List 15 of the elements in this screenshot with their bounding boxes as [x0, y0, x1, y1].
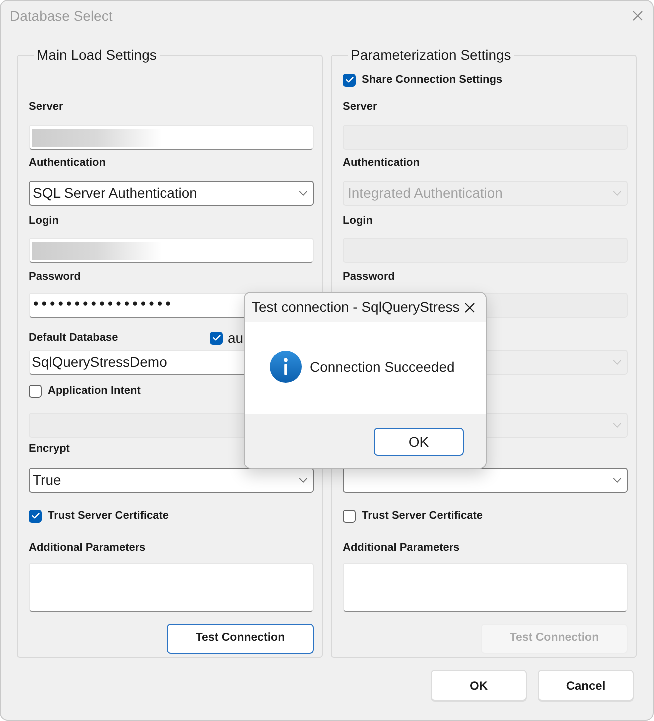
- field-label: Encrypt: [29, 442, 70, 457]
- group-title: Parameterization Settings: [350, 47, 512, 64]
- field-label: Additional Parameters: [343, 541, 460, 556]
- field-label: Additional Parameters: [29, 541, 146, 556]
- field-label: Server: [343, 100, 378, 115]
- field-label: Default Database: [29, 331, 118, 345]
- field-label: Authentication: [29, 156, 106, 171]
- field-label: Login: [29, 214, 59, 229]
- field-label: Login: [343, 214, 373, 229]
- group-title: Main Load Settings: [36, 47, 158, 64]
- field-label: Password: [29, 270, 81, 285]
- window-title: Database Select: [10, 8, 113, 24]
- field-label: Server: [29, 100, 64, 115]
- field-label: Password: [343, 270, 395, 285]
- field-label: Authentication: [343, 156, 420, 171]
